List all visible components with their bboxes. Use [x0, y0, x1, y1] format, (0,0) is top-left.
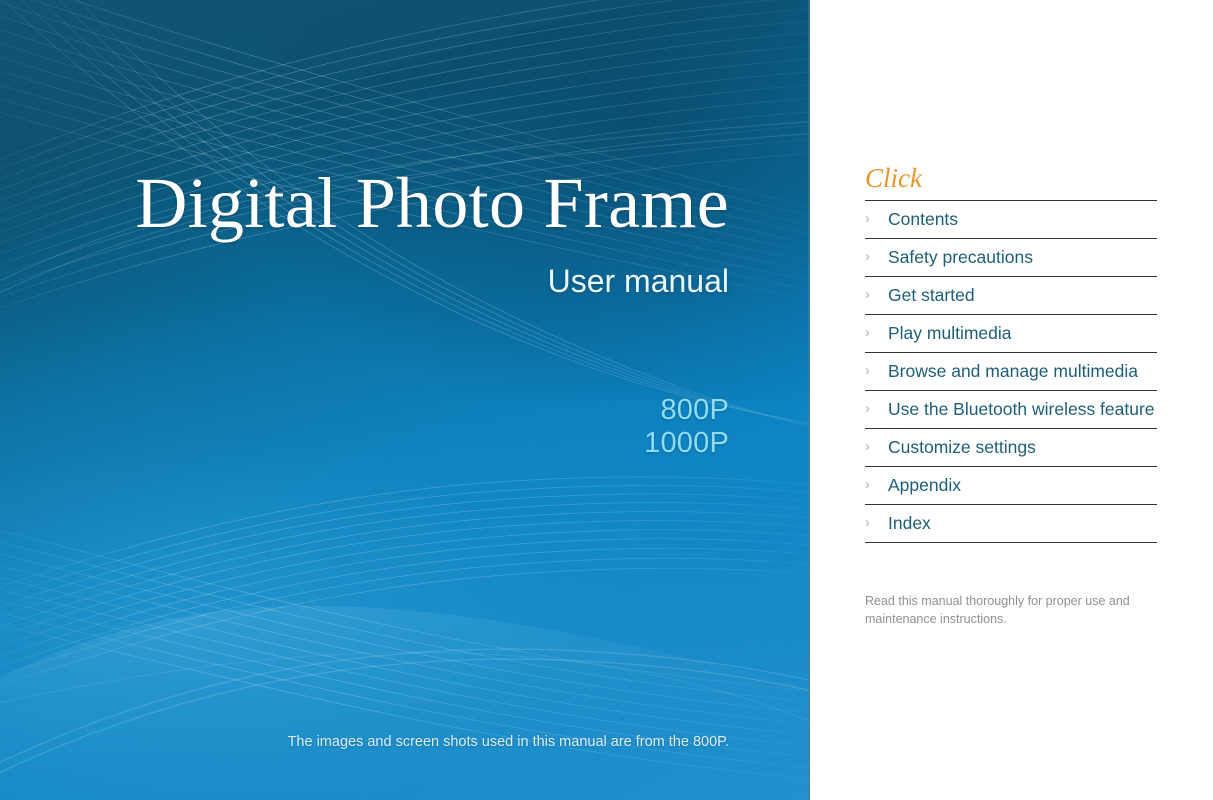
page-title: Digital Photo Frame: [135, 163, 729, 243]
toc-item-label: Play multimedia: [888, 323, 1012, 343]
table-of-contents-panel: Click › Contents › Safety precautions › …: [810, 0, 1213, 800]
toc-item-label: Customize settings: [888, 437, 1036, 457]
toc-item-safety-precautions[interactable]: › Safety precautions: [865, 238, 1157, 276]
toc-list: › Contents › Safety precautions › Get st…: [865, 200, 1157, 543]
read-manual-note: Read this manual thoroughly for proper u…: [865, 594, 1130, 626]
chevron-right-icon: ›: [865, 476, 870, 493]
chevron-right-icon: ›: [865, 514, 870, 531]
cover-artwork-panel: Digital Photo Frame User manual 800P 100…: [0, 0, 810, 800]
model-number-800p: 800P: [660, 394, 729, 426]
toc-item-label: Index: [888, 513, 931, 533]
chevron-right-icon: ›: [865, 248, 870, 265]
toc-item-appendix[interactable]: › Appendix: [865, 466, 1157, 504]
toc-item-label: Appendix: [888, 475, 961, 495]
toc-item-use-bluetooth-wireless-feature[interactable]: › Use the Bluetooth wireless feature: [865, 390, 1157, 428]
chevron-right-icon: ›: [865, 210, 870, 227]
chevron-right-icon: ›: [865, 286, 870, 303]
toc-item-browse-and-manage-multimedia[interactable]: › Browse and manage multimedia: [865, 352, 1157, 390]
toc-item-index[interactable]: › Index: [865, 504, 1157, 543]
toc-item-contents[interactable]: › Contents: [865, 200, 1157, 238]
click-heading: Click: [865, 163, 922, 193]
toc-item-play-multimedia[interactable]: › Play multimedia: [865, 314, 1157, 352]
model-number-list: 800P 1000P: [0, 394, 729, 460]
chevron-right-icon: ›: [865, 324, 870, 341]
toc-item-label: Use the Bluetooth wireless feature: [888, 399, 1155, 419]
toc-item-label: Safety precautions: [888, 247, 1033, 267]
toc-item-get-started[interactable]: › Get started: [865, 276, 1157, 314]
toc-item-customize-settings[interactable]: › Customize settings: [865, 428, 1157, 466]
chevron-right-icon: ›: [865, 438, 870, 455]
cover-text-block: Digital Photo Frame User manual 800P 100…: [0, 0, 810, 800]
page-subtitle: User manual: [547, 263, 729, 299]
toc-item-label: Contents: [888, 209, 959, 229]
chevron-right-icon: ›: [865, 362, 870, 379]
toc-item-label: Browse and manage multimedia: [888, 361, 1138, 381]
manual-cover-page: Digital Photo Frame User manual 800P 100…: [0, 0, 1213, 800]
cover-disclaimer-note: The images and screen shots used in this…: [287, 734, 729, 750]
chevron-right-icon: ›: [865, 400, 870, 417]
model-number-1000p: 1000P: [644, 427, 729, 459]
toc-item-label: Get started: [888, 285, 975, 305]
